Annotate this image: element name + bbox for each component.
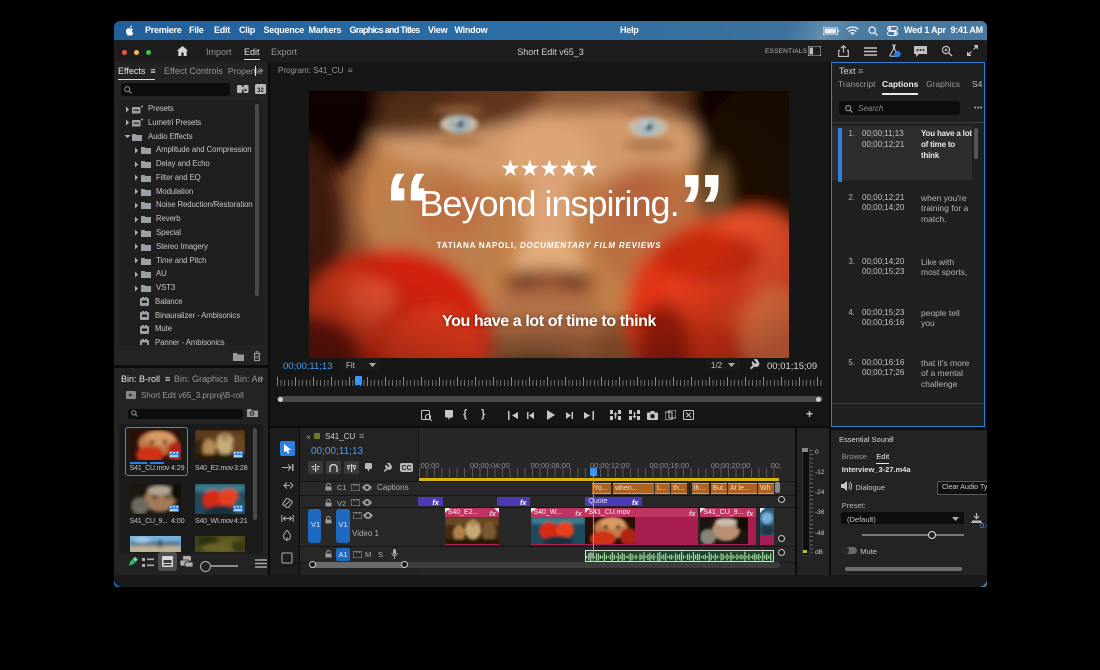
svg-text:CC: CC [401,465,411,472]
svg-text:32: 32 [257,88,264,94]
